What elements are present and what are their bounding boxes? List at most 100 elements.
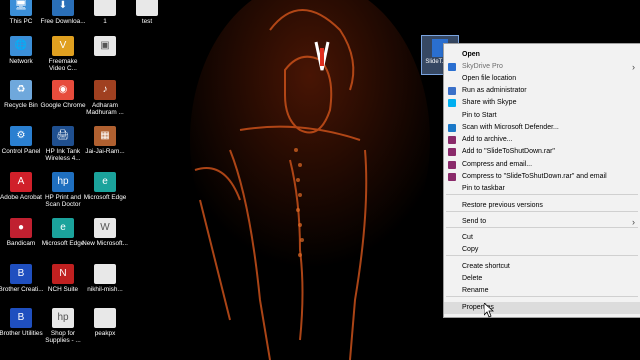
control-panel-icon: ⚙	[10, 126, 32, 146]
desktop-icon-label: Brother Utilities	[0, 330, 43, 337]
desktop-icon-chrome[interactable]: ◉ Google Chrome	[40, 80, 86, 109]
desktop-icon-shop-supplies[interactable]: hp Shop for Supplies - ...	[40, 308, 86, 345]
desktop-icon-label: nikhil-mish...	[87, 286, 123, 293]
desktop-icon-label: NCH Suite	[47, 286, 79, 293]
run-as-administrator-icon	[448, 87, 456, 95]
compress-and-email-icon	[448, 161, 456, 169]
desktop-icon-label: This PC	[9, 18, 33, 25]
brother-utilities-icon: B	[10, 308, 32, 328]
desktop-icon-label: HP Ink Tank Wireless 4...	[45, 148, 81, 163]
desktop-icon-label: Recycle Bin	[4, 102, 38, 109]
menu-item-label: Add to "SlideToShutDown.rar"	[462, 148, 555, 155]
menu-item-properties[interactable]: Properties	[444, 302, 640, 314]
bandicam-icon: ●	[10, 218, 32, 238]
desktop-icon-recycle-bin[interactable]: ♻ Recycle Bin	[0, 80, 44, 109]
desktop-icon-file-1[interactable]: 1	[82, 0, 128, 25]
menu-item-label: Compress and email...	[462, 161, 533, 168]
desktop-icon-ms-edge-2[interactable]: e Microsoft Edge	[40, 218, 86, 247]
desktop-icon-free-download[interactable]: ⬇ Free Downloa...	[40, 0, 86, 25]
desktop-icon-ms-edge-1[interactable]: e Microsoft Edge	[82, 172, 128, 201]
menu-item-create-shortcut[interactable]: Create shortcut	[444, 261, 640, 273]
desktop-icon-label: Network	[9, 58, 33, 65]
menu-item-label: Pin to taskbar	[462, 185, 505, 192]
menu-item-label: Share with Skype	[462, 99, 517, 106]
menu-item-label: Send to	[462, 218, 487, 225]
desktop-icon-label: Brother Creati...	[0, 286, 44, 293]
menu-item-label: Add to archive...	[462, 136, 513, 143]
peakpx-icon	[94, 308, 116, 328]
new-microsoft-icon: W	[94, 218, 116, 238]
desktop-icon-label: Free Downloa...	[40, 18, 86, 25]
menu-item-run-as-administrator[interactable]: Run as administrator	[444, 85, 640, 97]
freemake-icon: V	[52, 36, 74, 56]
menu-item-label: Open	[462, 51, 480, 58]
file-test-icon	[136, 0, 158, 16]
desktop-icon-label: Control Panel	[1, 148, 41, 155]
menu-item-pin-to-taskbar[interactable]: Pin to taskbar	[444, 183, 640, 195]
desktop-icon-hp-ink-tank[interactable]: 🖨 HP Ink Tank Wireless 4...	[40, 126, 86, 163]
desktop-icon-file-pdf[interactable]: ▣	[82, 36, 128, 58]
hp-ink-tank-icon: 🖨	[52, 126, 74, 146]
desktop-icon-brother-utilities[interactable]: B Brother Utilities	[0, 308, 44, 337]
desktop-icon-freemake[interactable]: V Freemake Video C...	[40, 36, 86, 73]
mouse-cursor-icon	[484, 303, 494, 318]
skydrive-pro-icon	[448, 63, 456, 71]
jai-jai-ram-icon: ▦	[94, 126, 116, 146]
desktop-icon-control-panel[interactable]: ⚙ Control Panel	[0, 126, 44, 155]
menu-item-pin-to-start[interactable]: Pin to Start	[444, 110, 640, 122]
shop-supplies-icon: hp	[52, 308, 74, 328]
free-download-icon: ⬇	[52, 0, 74, 16]
menu-item-add-to-archive[interactable]: Add to archive...	[444, 134, 640, 146]
menu-item-share-with-skype[interactable]: Share with Skype	[444, 97, 640, 109]
desktop-icon-label: Jai-Jai-Ram...	[85, 148, 125, 155]
menu-item-send-to[interactable]: Send to ›	[444, 216, 640, 228]
menu-item-rename[interactable]: Rename	[444, 285, 640, 297]
desktop-icon-jai-jai-ram[interactable]: ▦ Jai-Jai-Ram...	[82, 126, 128, 155]
desktop-icon-label: Microsoft Edge	[83, 194, 127, 201]
menu-item-restore-previous-versions[interactable]: Restore previous versions	[444, 200, 640, 212]
context-menu: Open SkyDrive Pro › Open file location Run a…	[443, 43, 640, 318]
menu-item-label: Restore previous versions	[462, 202, 543, 209]
chrome-icon: ◉	[52, 80, 74, 100]
menu-item-compress-to-slidetoshutdown-rar-and-email[interactable]: Compress to "SlideToShutDown.rar" and em…	[444, 171, 640, 183]
submenu-arrow-icon: ›	[632, 217, 635, 227]
menu-item-open-file-location[interactable]: Open file location	[444, 73, 640, 85]
desktop-icon-label: HP Print and Scan Doctor	[44, 194, 82, 209]
share-with-skype-icon	[448, 99, 456, 107]
menu-item-add-to-slidetoshutdown-rar[interactable]: Add to "SlideToShutDown.rar"	[444, 146, 640, 158]
desktop-icon-bandicam[interactable]: ● Bandicam	[0, 218, 44, 247]
desktop-icon-file-test[interactable]: test	[124, 0, 170, 25]
menu-item-label: Rename	[462, 287, 489, 294]
nch-suite-icon: N	[52, 264, 74, 284]
desktop-icon-label: Adobe Acrobat	[0, 194, 42, 201]
desktop-icon-nikhil-mish[interactable]: nikhil-mish...	[82, 264, 128, 293]
scan-with-microsoft-defender-icon	[448, 124, 456, 132]
desktop-icon-network[interactable]: 🌐 Network	[0, 36, 44, 65]
desktop-icon-adharam[interactable]: ♪ Adharam Madhuram ...	[82, 80, 128, 117]
file-pdf-icon: ▣	[94, 36, 116, 56]
menu-item-cut[interactable]: Cut	[444, 232, 640, 244]
desktop-icon-label: test	[141, 18, 153, 25]
desktop-icon-peakpx[interactable]: peakpx	[82, 308, 128, 337]
desktop-icon-label: Shop for Supplies - ...	[45, 330, 81, 345]
desktop-icon-nch-suite[interactable]: N NCH Suite	[40, 264, 86, 293]
submenu-arrow-icon: ›	[632, 62, 635, 72]
menu-item-compress-and-email[interactable]: Compress and email...	[444, 159, 640, 171]
desktop-icon-new-microsoft[interactable]: W New Microsoft...	[82, 218, 128, 247]
menu-item-label: Scan with Microsoft Defender...	[462, 124, 559, 131]
nikhil-mish-icon	[94, 264, 116, 284]
menu-item-label: Compress to "SlideToShutDown.rar" and em…	[462, 173, 607, 180]
ms-edge-2-icon: e	[52, 218, 74, 238]
menu-item-delete[interactable]: Delete	[444, 273, 640, 285]
desktop-icon-hp-print-scan[interactable]: hp HP Print and Scan Doctor	[40, 172, 86, 209]
desktop-icon-this-pc[interactable]: 🖥 This PC	[0, 0, 44, 25]
menu-item-open[interactable]: Open	[444, 49, 640, 61]
desktop-icon-label: Adharam Madhuram ...	[86, 102, 124, 117]
menu-item-scan-with-microsoft-defender[interactable]: Scan with Microsoft Defender...	[444, 122, 640, 134]
desktop-icon-adobe-acrobat[interactable]: A Adobe Acrobat	[0, 172, 44, 201]
add-to-slidetoshutdown-rar-icon	[448, 148, 456, 156]
desktop-icon-brother-creative[interactable]: B Brother Creati...	[0, 264, 44, 293]
menu-item-copy[interactable]: Copy	[444, 244, 640, 256]
menu-item-skydrive-pro[interactable]: SkyDrive Pro ›	[444, 61, 640, 73]
add-to-archive-icon	[448, 136, 456, 144]
